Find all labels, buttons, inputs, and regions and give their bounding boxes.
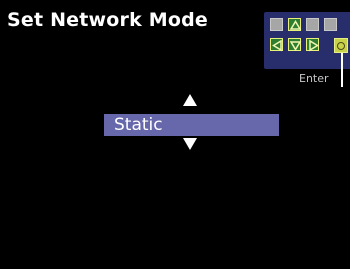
- page-title: Set Network Mode: [7, 9, 209, 31]
- scroll-down-arrow-icon[interactable]: [183, 138, 197, 150]
- down-arrow-key-icon: [288, 38, 302, 51]
- blank-key: [270, 18, 283, 31]
- enter-label: Enter: [299, 72, 329, 85]
- left-arrow-key-icon: [270, 38, 283, 52]
- up-arrow-key-icon: [288, 18, 302, 31]
- blank-key: [306, 18, 319, 31]
- enter-pointer-line: [341, 53, 343, 87]
- blank-key: [324, 18, 337, 31]
- lcd-screen: Set Network Mode Enter Static: [0, 0, 350, 269]
- enter-key-icon: [334, 38, 348, 53]
- scroll-up-arrow-icon[interactable]: [183, 94, 197, 106]
- right-arrow-key-icon: [306, 38, 319, 52]
- enter-ring-icon: [337, 42, 345, 50]
- network-mode-selected-option[interactable]: Static: [104, 114, 279, 136]
